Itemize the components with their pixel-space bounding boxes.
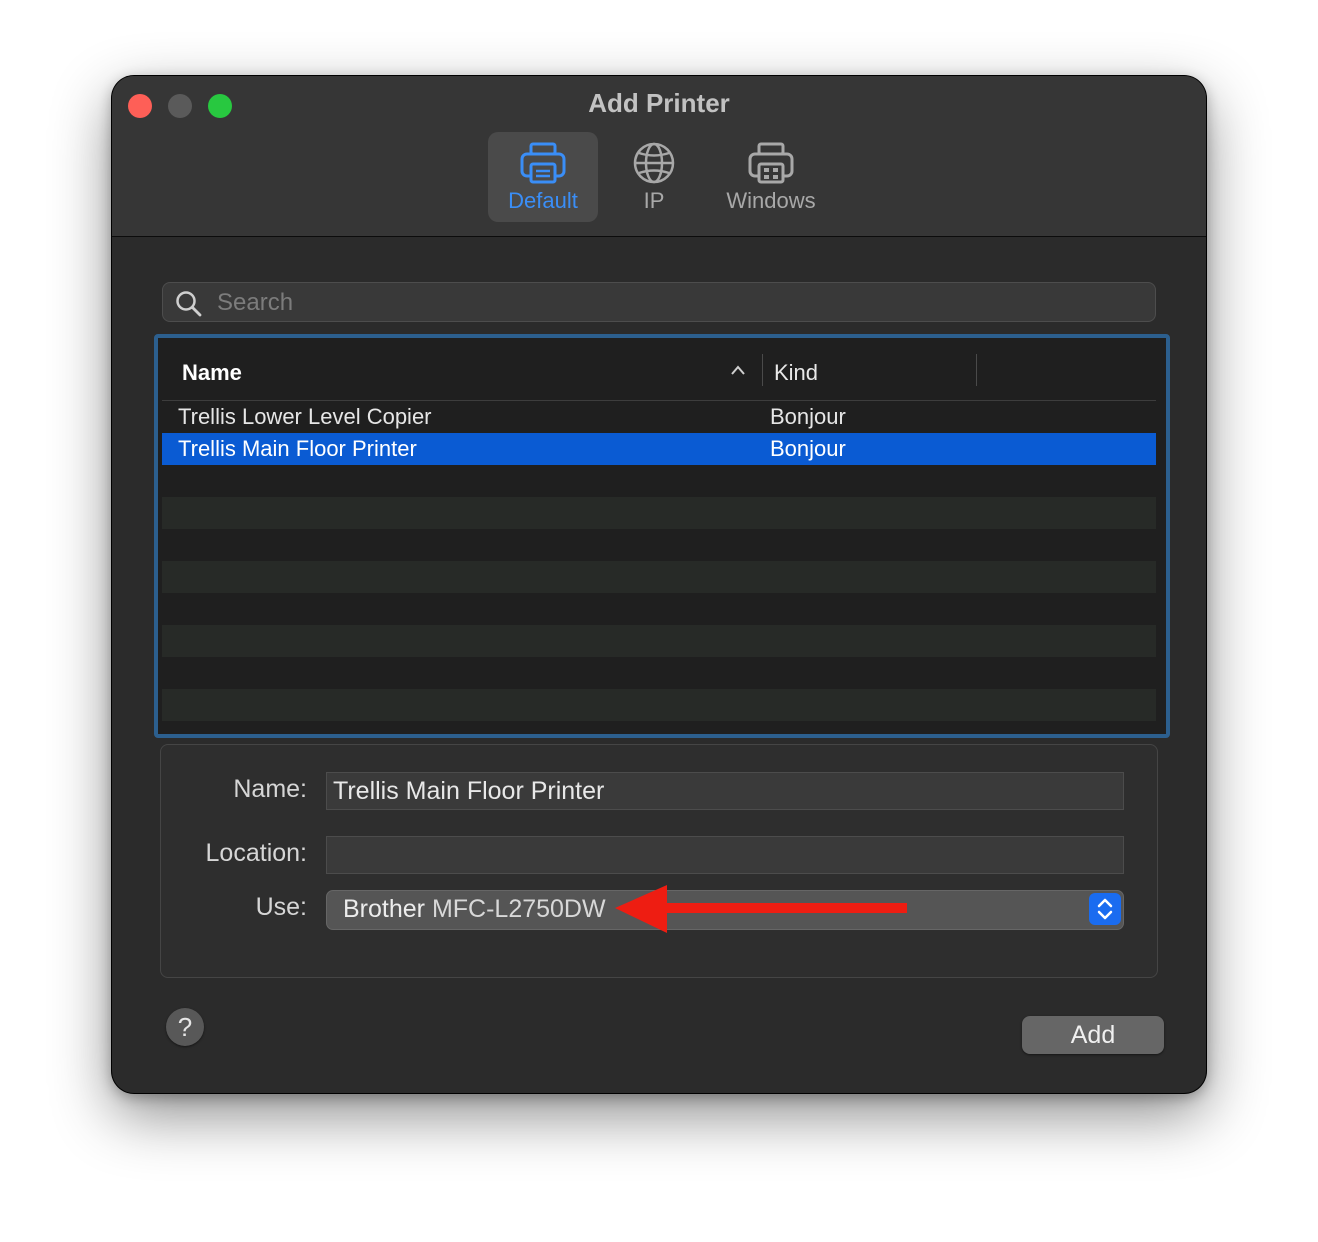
empty-row	[162, 625, 1156, 657]
printer-list-rows: Trellis Lower Level Copier Bonjour Trell…	[162, 401, 1156, 723]
printer-details-panel: Name: Location: Use: Brother MFC-L2750DW	[160, 744, 1158, 978]
printer-name-cell: Trellis Main Floor Printer	[178, 436, 417, 461]
globe-icon	[633, 142, 675, 184]
table-row-selected[interactable]: Trellis Main Floor Printer Bonjour	[162, 433, 1156, 465]
tab-ip[interactable]: IP	[618, 132, 690, 222]
search-icon	[176, 291, 202, 317]
column-divider[interactable]	[762, 354, 763, 386]
select-stepper[interactable]	[1089, 893, 1121, 925]
column-header-name[interactable]: Name	[182, 360, 242, 386]
search-field[interactable]	[162, 282, 1156, 323]
printer-name-cell: Trellis Lower Level Copier	[178, 404, 432, 429]
column-divider[interactable]	[976, 354, 977, 386]
windows-printer-icon	[748, 142, 794, 184]
name-field[interactable]	[326, 772, 1124, 810]
empty-row	[162, 657, 1156, 689]
tab-ip-label: IP	[643, 188, 665, 213]
tab-windows-label: Windows	[726, 188, 816, 213]
name-label: Name:	[233, 775, 307, 803]
title-bar: Add Printer Default IP Windows	[112, 76, 1206, 237]
chevron-up-down-icon	[1097, 898, 1113, 920]
tab-windows[interactable]: Windows	[712, 132, 830, 222]
location-label: Location:	[205, 839, 307, 867]
empty-row	[162, 593, 1156, 625]
printer-kind-cell: Bonjour	[770, 436, 846, 461]
name-input[interactable]	[327, 773, 1113, 809]
add-printer-window: Add Printer Default IP Windows Search Na…	[112, 76, 1206, 1093]
add-button[interactable]: Add	[1022, 1016, 1164, 1054]
empty-row	[162, 689, 1156, 721]
empty-row	[162, 497, 1156, 529]
window-title: Add Printer	[588, 88, 730, 118]
printer-list: Name Kind Trellis Lower Level Copier Bon…	[154, 334, 1170, 738]
table-row[interactable]: Trellis Lower Level Copier Bonjour	[162, 401, 1156, 433]
printer-list-header: Name Kind	[162, 342, 1156, 401]
location-field[interactable]	[326, 836, 1124, 874]
printer-icon	[520, 142, 566, 184]
search-input[interactable]	[215, 283, 1139, 323]
help-button[interactable]: ?	[166, 1008, 204, 1046]
empty-row	[162, 561, 1156, 593]
column-header-kind[interactable]: Kind	[774, 360, 818, 386]
location-input[interactable]	[327, 837, 1113, 873]
tab-default[interactable]: Default	[488, 132, 598, 222]
driver-brand: Brother	[343, 895, 425, 923]
sort-ascending-icon[interactable]	[730, 364, 746, 376]
empty-row	[162, 529, 1156, 561]
printer-kind-cell: Bonjour	[770, 404, 846, 429]
empty-row	[162, 465, 1156, 497]
red-arrow-annotation-icon	[615, 885, 907, 933]
tab-default-label: Default	[508, 188, 578, 213]
use-label: Use:	[255, 893, 307, 921]
